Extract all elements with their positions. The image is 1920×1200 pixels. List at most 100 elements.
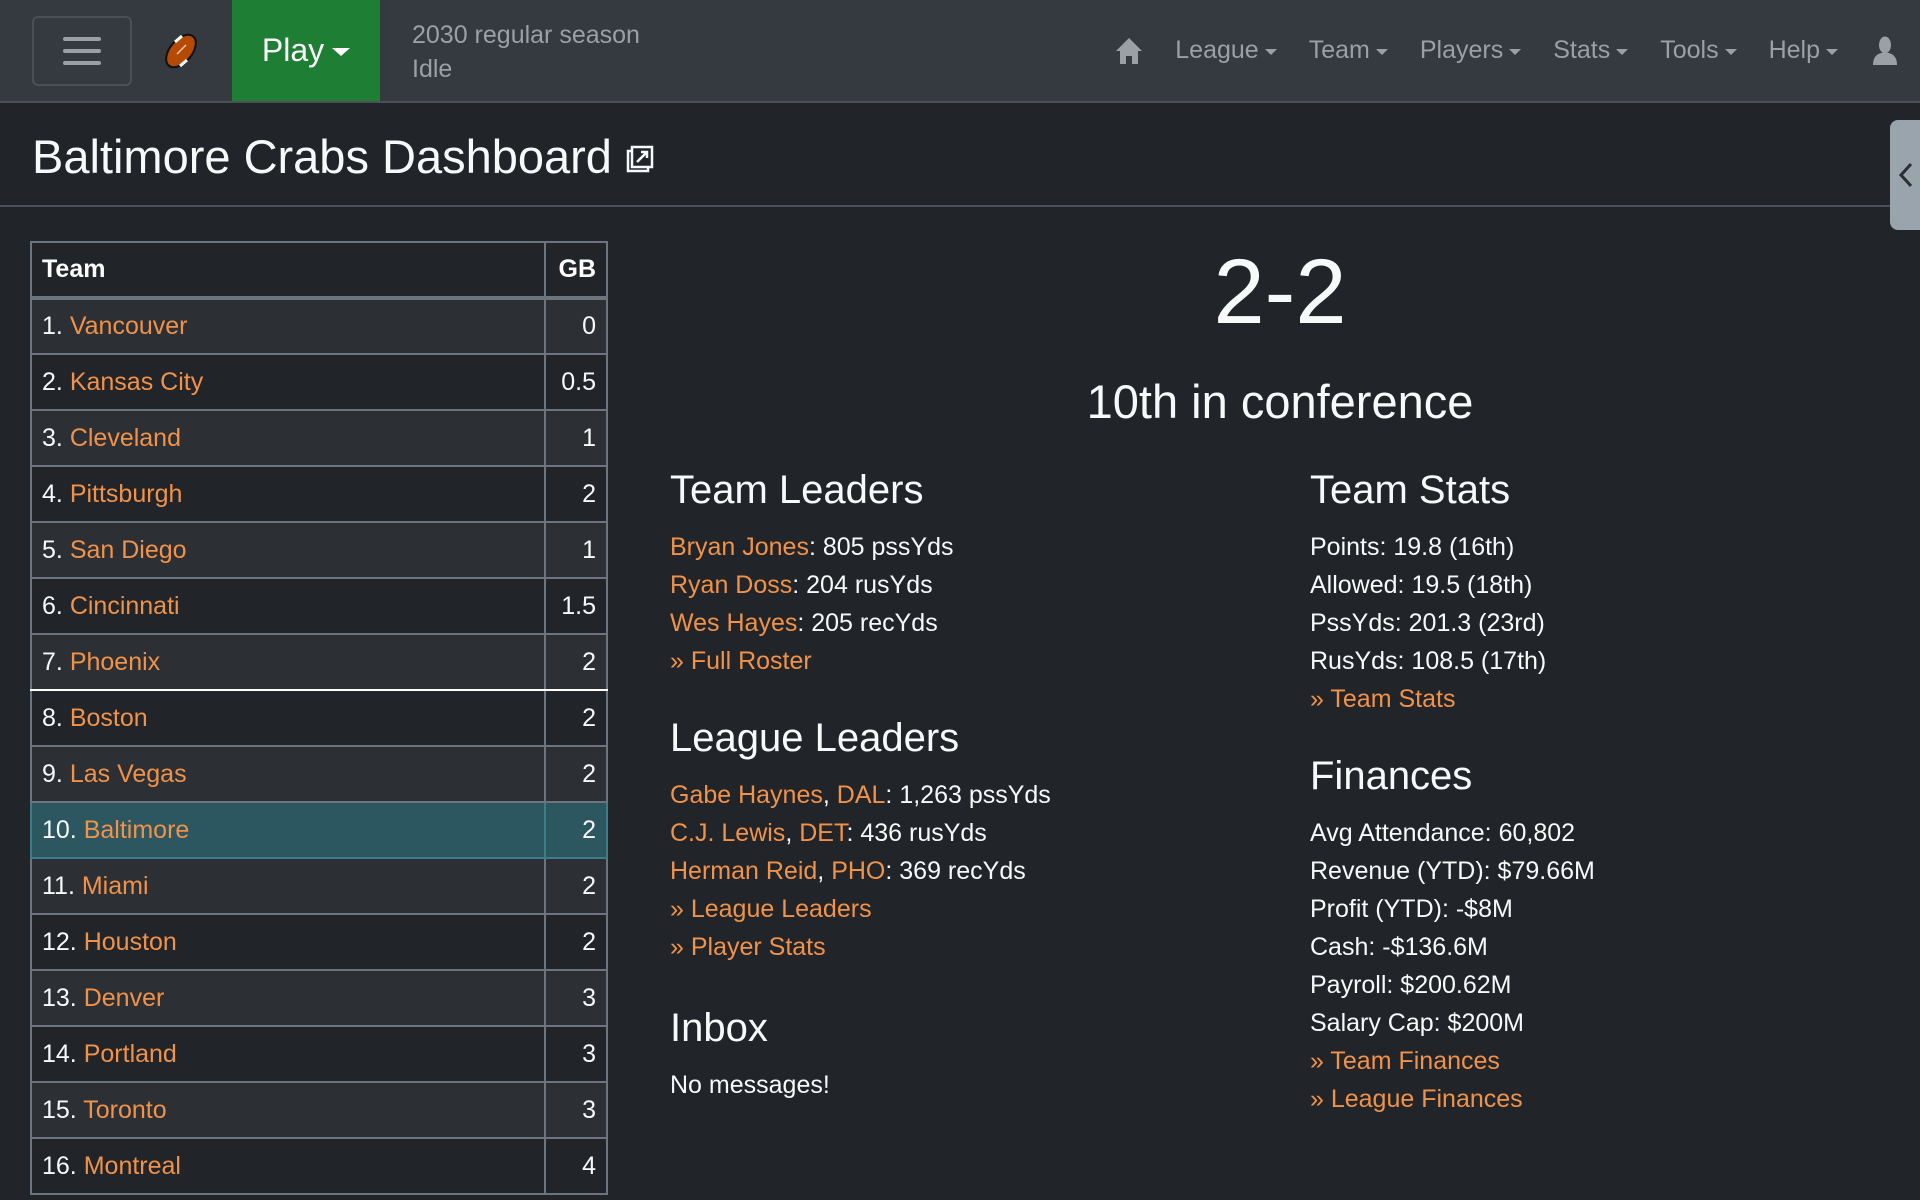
finance-line: Profit (YTD): -$8M [1310,895,1513,923]
team-link[interactable]: Portland [84,1040,177,1068]
finance-line: Payroll: $200.62M [1310,971,1512,999]
menu-toggle-button[interactable] [32,16,132,86]
team-rank: 15. [42,1095,77,1124]
team-rank: 11. [42,871,75,900]
player-link[interactable]: C.J. Lewis [670,819,785,847]
standings-row: 16. Montreal 4 [30,1137,608,1195]
team-stats-link[interactable]: » Team Stats [1310,685,1455,713]
nav-league-dropdown[interactable]: League [1159,36,1292,65]
games-behind-cell: 2 [544,745,608,803]
standings-header-row: Team GB [30,241,608,300]
standings-row: 4. Pittsburgh 2 [30,465,608,523]
team-rank: 1. [42,312,63,340]
team-cell: 10. Baltimore [30,801,546,859]
player-link[interactable]: Bryan Jones [670,533,809,561]
nav-team-dropdown[interactable]: Team [1293,36,1404,65]
leader-item: Ryan Doss: 204 rusYds [670,566,954,604]
hamburger-icon-line [63,49,101,53]
team-rank: 6. [42,591,63,620]
nav-stats-dropdown[interactable]: Stats [1537,36,1644,65]
stat-line: Allowed: 19.5 (18th) [1310,571,1533,599]
nav-help-dropdown[interactable]: Help [1753,36,1854,65]
player-link[interactable]: Wes Hayes [670,609,797,637]
games-behind-cell: 0 [544,297,608,355]
team-link[interactable]: Vancouver [70,312,188,340]
user-icon[interactable] [1854,36,1920,66]
full-roster-link[interactable]: » Full Roster [670,647,812,675]
team-link[interactable]: Cleveland [70,424,181,452]
leader-stat: : 805 pssYds [808,533,954,561]
team-link[interactable]: DET [799,819,846,847]
leader-stat: : 436 rusYds [846,819,987,847]
team-link[interactable]: PHO [831,857,885,885]
nav-league-label: League [1175,36,1259,64]
team-link[interactable]: Pittsburgh [70,480,183,508]
team-link[interactable]: DAL [837,781,886,809]
caret-down-icon [1264,48,1277,55]
leader-item: C.J. Lewis, DET: 436 rusYds [670,814,1051,852]
team-link[interactable]: Las Vegas [70,760,187,788]
inbox-heading: Inbox [670,1006,768,1050]
standings-row: 9. Las Vegas 2 [30,745,608,803]
league-finances-link[interactable]: » League Finances [1310,1085,1523,1113]
team-rank: 3. [42,423,63,452]
team-link[interactable]: Phoenix [70,648,160,676]
stat-line: PssYds: 201.3 (23rd) [1310,609,1545,637]
finance-line: Avg Attendance: 60,802 [1310,819,1576,847]
team-cell: 2. Kansas City [30,353,546,411]
team-link[interactable]: Denver [84,984,165,1012]
games-behind-cell: 3 [544,1025,608,1083]
player-link[interactable]: Gabe Haynes [670,781,823,809]
player-stats-link[interactable]: » Player Stats [670,933,826,961]
team-record: 2-2 [1213,241,1347,343]
standings-row: 1. Vancouver 0 [30,297,608,355]
caret-down-icon [1375,48,1388,55]
team-cell: 9. Las Vegas [30,745,546,803]
team-link[interactable]: San Diego [70,536,187,564]
finances-section: Finances Avg Attendance: 60,802 Revenue … [1310,752,1595,1118]
column-header-team[interactable]: Team [30,241,546,300]
team-link[interactable]: Kansas City [70,368,203,396]
team-link[interactable]: Montreal [84,1152,181,1180]
games-behind-cell: 4 [544,1137,608,1195]
chevron-left-icon [1898,162,1913,188]
nav-stats-label: Stats [1553,36,1611,64]
team-rank: 13. [42,983,77,1012]
team-link[interactable]: Toronto [83,1096,166,1124]
player-link[interactable]: Ryan Doss [670,571,792,599]
team-rank: 10. [42,815,77,844]
team-cell: 5. San Diego [30,521,546,579]
standings-row: 8. Boston 2 [30,689,608,747]
team-link[interactable]: Houston [84,928,177,956]
team-cell: 12. Houston [30,913,546,971]
games-behind-cell: 1 [544,409,608,467]
team-link[interactable]: Miami [82,872,149,900]
team-rank: 9. [42,759,63,788]
games-behind-cell: 2 [544,801,608,859]
team-link[interactable]: Baltimore [84,816,190,844]
team-rank: 12. [42,927,77,956]
sidebar-toggle-tab[interactable] [1890,120,1920,230]
column-header-gb[interactable]: GB [544,241,608,300]
team-link[interactable]: Cincinnati [70,592,180,620]
league-leaders-link[interactable]: » League Leaders [670,895,872,923]
team-link[interactable]: Boston [70,704,148,732]
home-icon[interactable] [1115,37,1159,65]
standings-table: Team GB 1. Vancouver 0 2. Kansas City 0.5 3.… [30,241,608,1195]
play-button[interactable]: Play [232,0,380,101]
team-cell: 3. Cleveland [30,409,546,467]
nav-tools-dropdown[interactable]: Tools [1644,36,1752,65]
player-link[interactable]: Herman Reid [670,857,817,885]
football-icon[interactable] [160,30,202,72]
games-behind-cell: 2 [544,465,608,523]
games-behind-cell: 1.5 [544,577,608,635]
team-cell: 16. Montreal [30,1137,546,1195]
leader-item: Herman Reid, PHO: 369 recYds [670,852,1051,890]
external-link-icon[interactable] [626,145,656,175]
team-rank: 7. [42,647,63,676]
leader-stat: : 369 recYds [885,857,1026,885]
team-finances-link[interactable]: » Team Finances [1310,1047,1500,1075]
caret-down-icon [1724,48,1737,55]
games-behind-cell: 1 [544,521,608,579]
nav-players-dropdown[interactable]: Players [1404,36,1537,65]
